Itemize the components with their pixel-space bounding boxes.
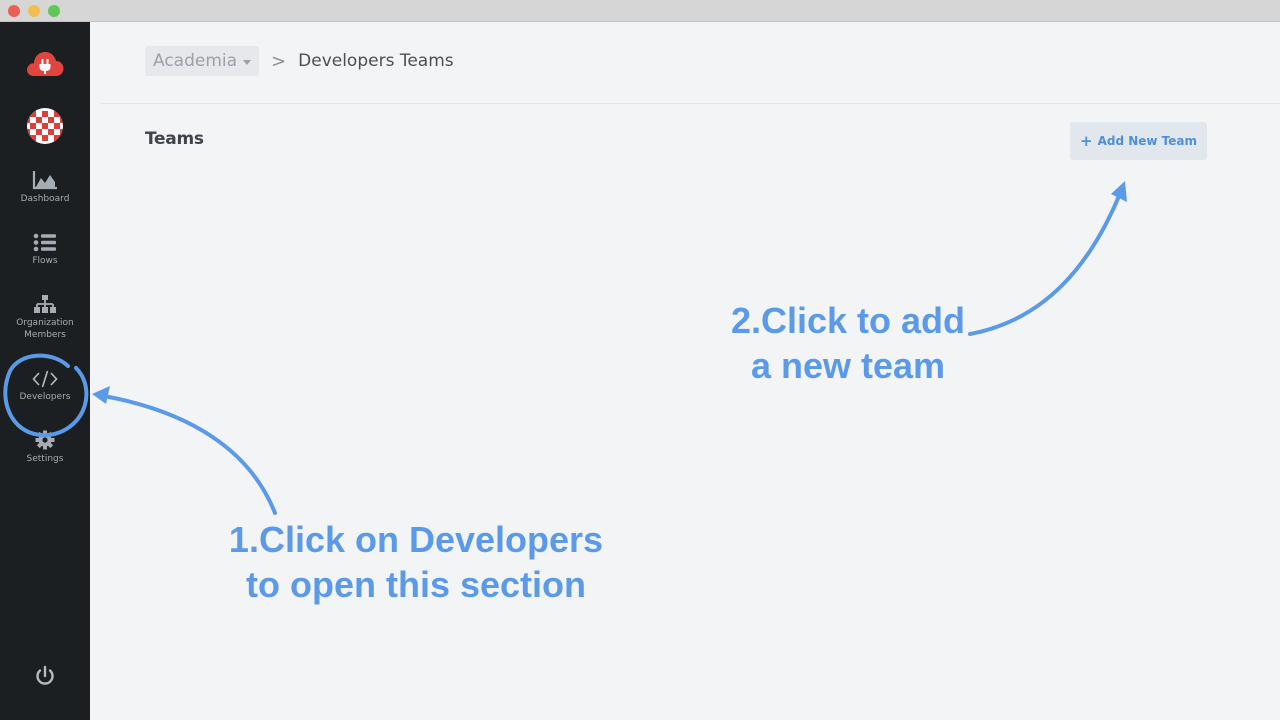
sidebar-item-flows[interactable]: Flows <box>0 233 90 267</box>
header-divider <box>100 103 1280 104</box>
org-chart-icon <box>34 295 56 313</box>
sidebar-item-label: Members <box>24 330 66 340</box>
sidebar-item-organization-members[interactable]: Organization Members <box>0 294 90 341</box>
gear-icon <box>35 430 55 450</box>
sidebar-item-label: Flows <box>32 256 58 266</box>
area-chart-icon <box>32 171 57 190</box>
sidebar-item-label: Dashboard <box>20 194 70 204</box>
breadcrumb-separator: > <box>271 50 287 72</box>
teams-section-title: Teams <box>145 129 204 149</box>
window-titlebar <box>0 0 1280 22</box>
sidebar-item-label: Settings <box>26 454 64 464</box>
sidebar-item-developers[interactable]: Developers <box>0 370 90 403</box>
plus-icon: + <box>1080 131 1093 150</box>
list-icon <box>33 233 56 252</box>
caret-down-icon <box>243 59 252 65</box>
minimize-window-button[interactable] <box>28 5 40 17</box>
sidebar-item-label: Organization <box>16 318 74 328</box>
annotation-line: a new team <box>750 345 946 386</box>
sidebar-item-label: Developers <box>19 392 71 402</box>
annotation-line: to open this section <box>245 564 586 605</box>
code-icon <box>32 370 58 388</box>
zoom-window-button[interactable] <box>48 5 60 17</box>
cloud-plug-icon[interactable] <box>25 48 65 80</box>
breadcrumb-current-page: Developers Teams <box>298 51 454 71</box>
power-icon[interactable] <box>33 664 57 688</box>
add-new-team-button[interactable]: + Add New Team <box>1070 122 1207 160</box>
sidebar-item-settings[interactable]: Settings <box>0 430 90 465</box>
organization-dropdown[interactable]: Academia <box>145 46 260 76</box>
sidebar-item-dashboard[interactable]: Dashboard <box>0 170 90 205</box>
add-new-team-label: Add New Team <box>1097 134 1197 148</box>
breadcrumb: Academia > Developers Teams <box>145 45 454 77</box>
annotation-line: 1.Click on Developers <box>228 519 604 560</box>
annotation-step-1: 1.Click on Developers to open this secti… <box>210 517 622 607</box>
identicon-avatar[interactable] <box>27 108 63 144</box>
annotation-step-2: 2.Click to add a new team <box>720 298 976 388</box>
main-content: Academia > Developers Teams Teams + Add … <box>90 22 1280 720</box>
organization-name: Academia <box>153 51 238 71</box>
annotation-line: 2.Click to add <box>730 300 966 341</box>
close-window-button[interactable] <box>8 5 20 17</box>
sidebar: Dashboard Flows Organization Members Dev… <box>0 22 90 720</box>
